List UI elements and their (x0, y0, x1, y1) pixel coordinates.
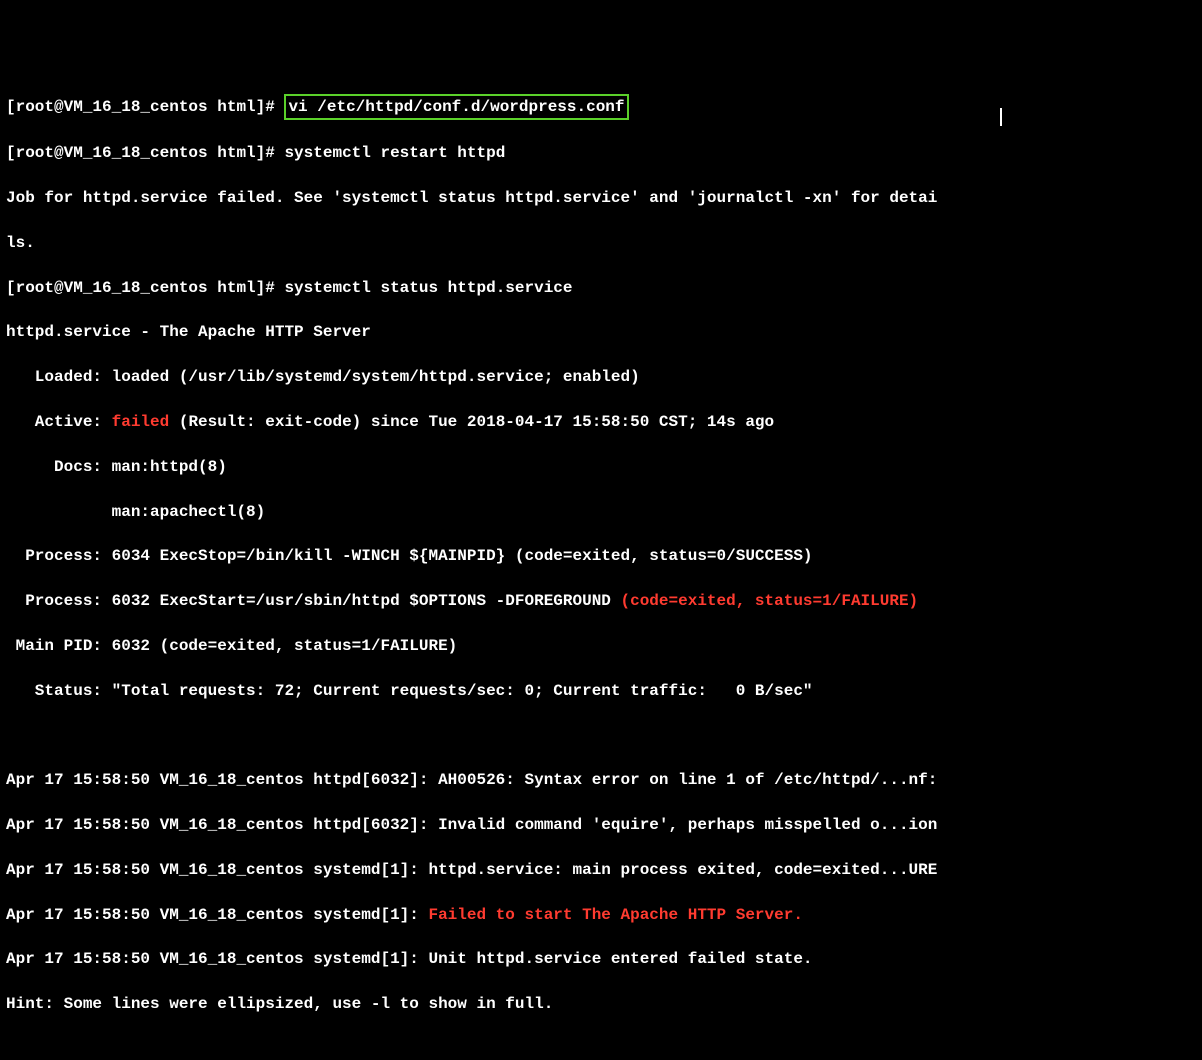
log-msg-failed: Failed to start The Apache HTTP Server. (428, 906, 802, 924)
active-label: Active: (6, 413, 112, 431)
shell-prompt: [root@VM_16_18_centos html]# (6, 279, 284, 297)
command-line-1[interactable]: [root@VM_16_18_centos html]# vi /etc/htt… (6, 94, 1196, 120)
command-text: systemctl status httpd.service (284, 279, 572, 297)
command-line-3[interactable]: [root@VM_16_18_centos html]# systemctl s… (6, 277, 1196, 299)
docs-line: man:apachectl(8) (6, 501, 1196, 523)
loaded-line: Loaded: loaded (/usr/lib/systemd/system/… (6, 366, 1196, 388)
active-detail: (Result: exit-code) since Tue 2018-04-17… (169, 413, 774, 431)
error-output: Job for httpd.service failed. See 'syste… (6, 187, 1196, 209)
log-ts: Apr 17 15:58:50 VM_16_18_centos systemd[… (6, 906, 428, 924)
active-line: Active: failed (Result: exit-code) since… (6, 411, 1196, 433)
docs-line: Docs: man:httpd(8) (6, 456, 1196, 478)
mainpid-line: Main PID: 6032 (code=exited, status=1/FA… (6, 635, 1196, 657)
log-line: Apr 17 15:58:50 VM_16_18_centos systemd[… (6, 859, 1196, 881)
process-line: Process: 6034 ExecStop=/bin/kill -WINCH … (6, 545, 1196, 567)
log-ts: Apr 17 15:58:50 VM_16_18_centos systemd[… (6, 950, 428, 968)
log-ts: Apr 17 15:58:50 VM_16_18_centos systemd[… (6, 861, 428, 879)
log-msg: Unit httpd.service entered failed state. (428, 950, 812, 968)
log-line: Apr 17 15:58:50 VM_16_18_centos systemd[… (6, 948, 1196, 970)
error-output: ls. (6, 232, 1196, 254)
hint-line: Hint: Some lines were ellipsized, use -l… (6, 993, 1196, 1015)
log-line: Apr 17 15:58:50 VM_16_18_centos httpd[60… (6, 814, 1196, 836)
service-title: httpd.service - The Apache HTTP Server (6, 321, 1196, 343)
log-line: Apr 17 15:58:50 VM_16_18_centos systemd[… (6, 904, 1196, 926)
blank-line (6, 725, 1196, 747)
command-text: systemctl restart httpd (284, 144, 505, 162)
text-cursor-icon (1000, 108, 1002, 126)
shell-prompt: [root@VM_16_18_centos html]# (6, 98, 284, 116)
shell-prompt: [root@VM_16_18_centos html]# (6, 144, 284, 162)
command-line-2[interactable]: [root@VM_16_18_centos html]# systemctl r… (6, 142, 1196, 164)
active-status: failed (112, 413, 170, 431)
process-line: Process: 6032 ExecStart=/usr/sbin/httpd … (6, 590, 1196, 612)
highlighted-command: vi /etc/httpd/conf.d/wordpress.conf (284, 94, 628, 120)
process-pre: Process: 6032 ExecStart=/usr/sbin/httpd … (6, 592, 621, 610)
process-failure: (code=exited, status=1/FAILURE) (621, 592, 919, 610)
log-msg: httpd.service: main process exited, code… (428, 861, 937, 879)
status-line: Status: "Total requests: 72; Current req… (6, 680, 1196, 702)
log-line: Apr 17 15:58:50 VM_16_18_centos httpd[60… (6, 769, 1196, 791)
